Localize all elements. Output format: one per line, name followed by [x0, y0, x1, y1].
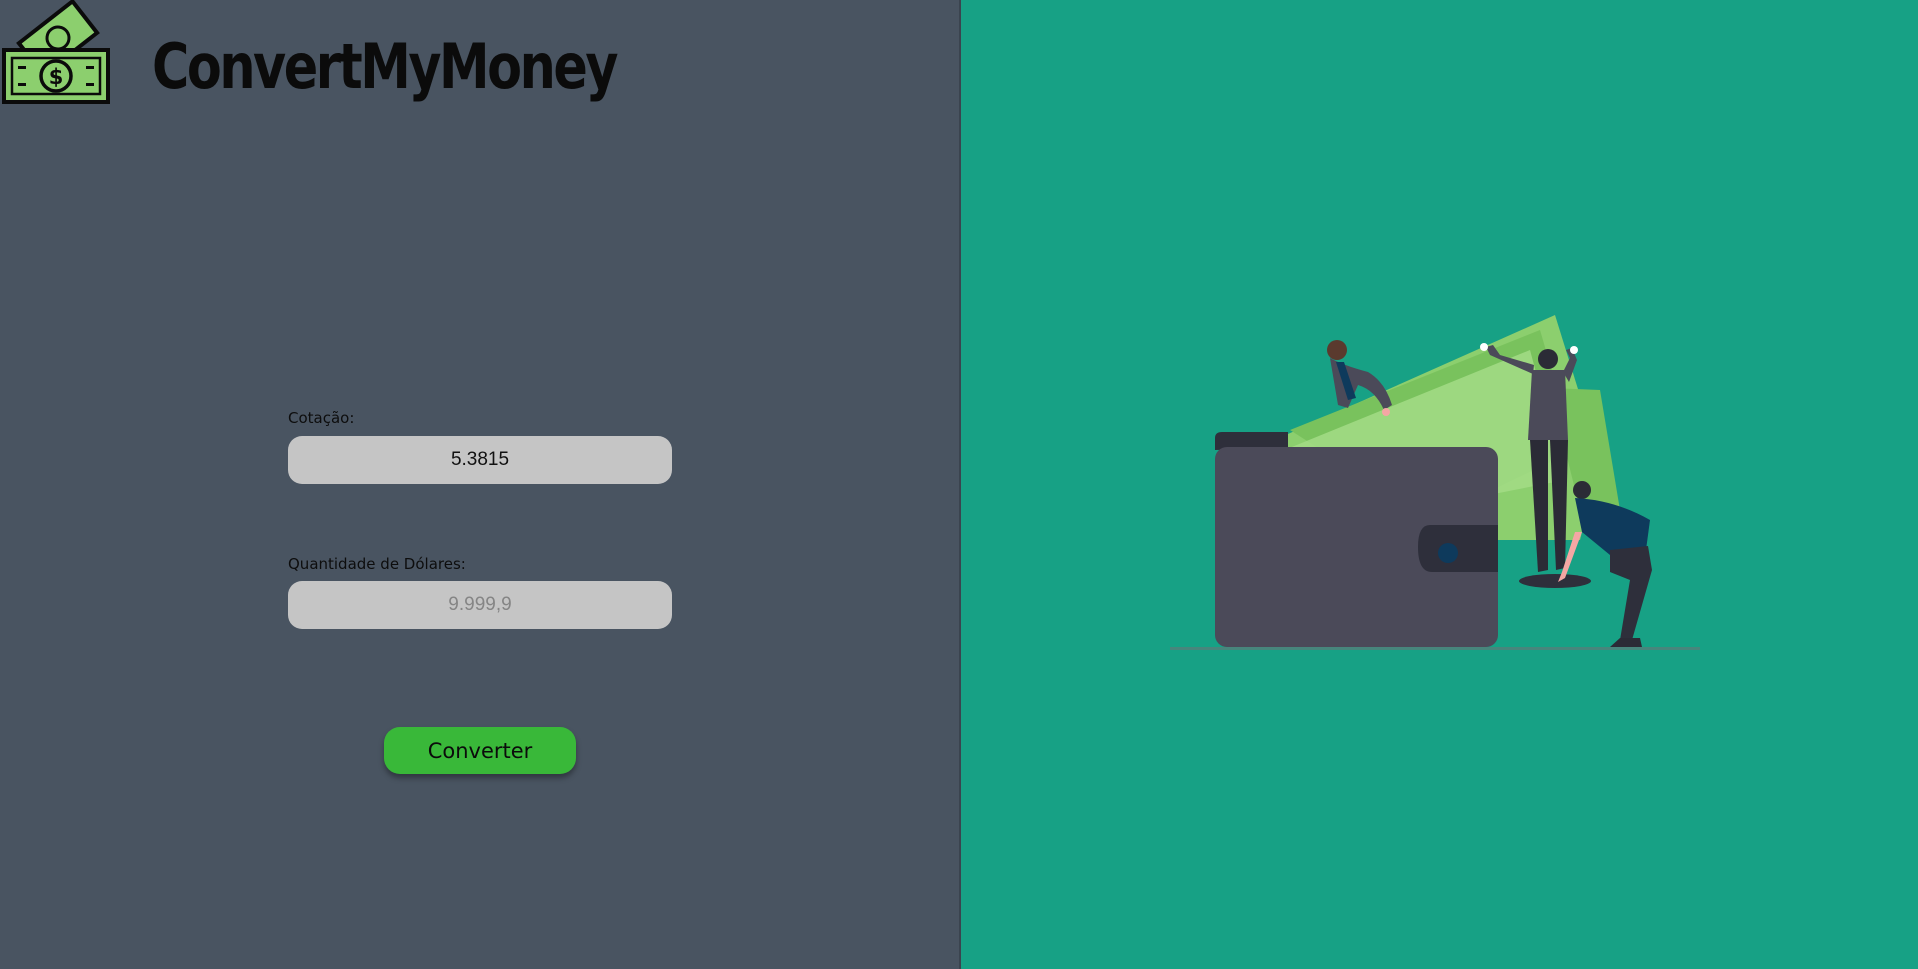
amount-input[interactable]	[288, 581, 672, 629]
amount-label: Quantidade de Dólares:	[288, 555, 466, 573]
svg-text:$: $	[49, 65, 64, 89]
money-bills-logo-icon: $	[2, 0, 110, 104]
brand-title: ConvertMyMoney	[152, 30, 619, 103]
wallet-money-illustration	[1170, 315, 1700, 650]
left-panel: $ ConvertMyMoney Cotação: Quantidade de …	[0, 0, 959, 969]
rate-label: Cotação:	[288, 409, 355, 427]
rate-input[interactable]	[288, 436, 672, 484]
convert-button[interactable]: Converter	[384, 727, 576, 774]
